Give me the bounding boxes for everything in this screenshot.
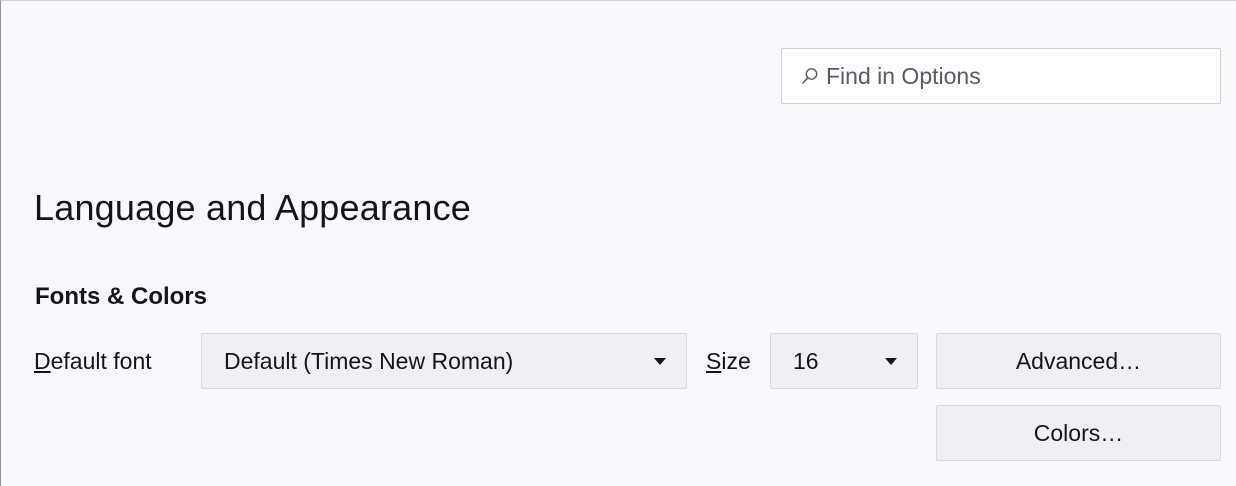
advanced-fonts-button[interactable]: Advanced… [936,333,1221,389]
default-font-accesskey: D [34,348,51,374]
size-label: Size [706,348,751,375]
search-icon [800,66,820,86]
section-title-fonts-colors: Fonts & Colors [35,283,207,310]
default-font-value: Default (Times New Roman) [224,347,514,374]
default-font-select[interactable]: Default (Times New Roman) [201,333,687,389]
search-placeholder: Find in Options [826,62,981,89]
chevron-down-icon [654,357,666,365]
font-size-value: 16 [793,347,819,374]
page-title: Language and Appearance [34,187,472,228]
preferences-pane: Find in Options Language and Appearance … [0,0,1236,486]
size-accesskey: S [706,348,722,374]
default-font-label-text: efault font [50,348,152,374]
font-size-select[interactable]: 16 [770,333,918,389]
search-input[interactable]: Find in Options [781,48,1221,104]
default-font-label: Default font [34,348,152,375]
colors-button[interactable]: Colors… [936,405,1221,461]
chevron-down-icon [885,357,897,365]
size-label-text: ize [721,348,751,374]
